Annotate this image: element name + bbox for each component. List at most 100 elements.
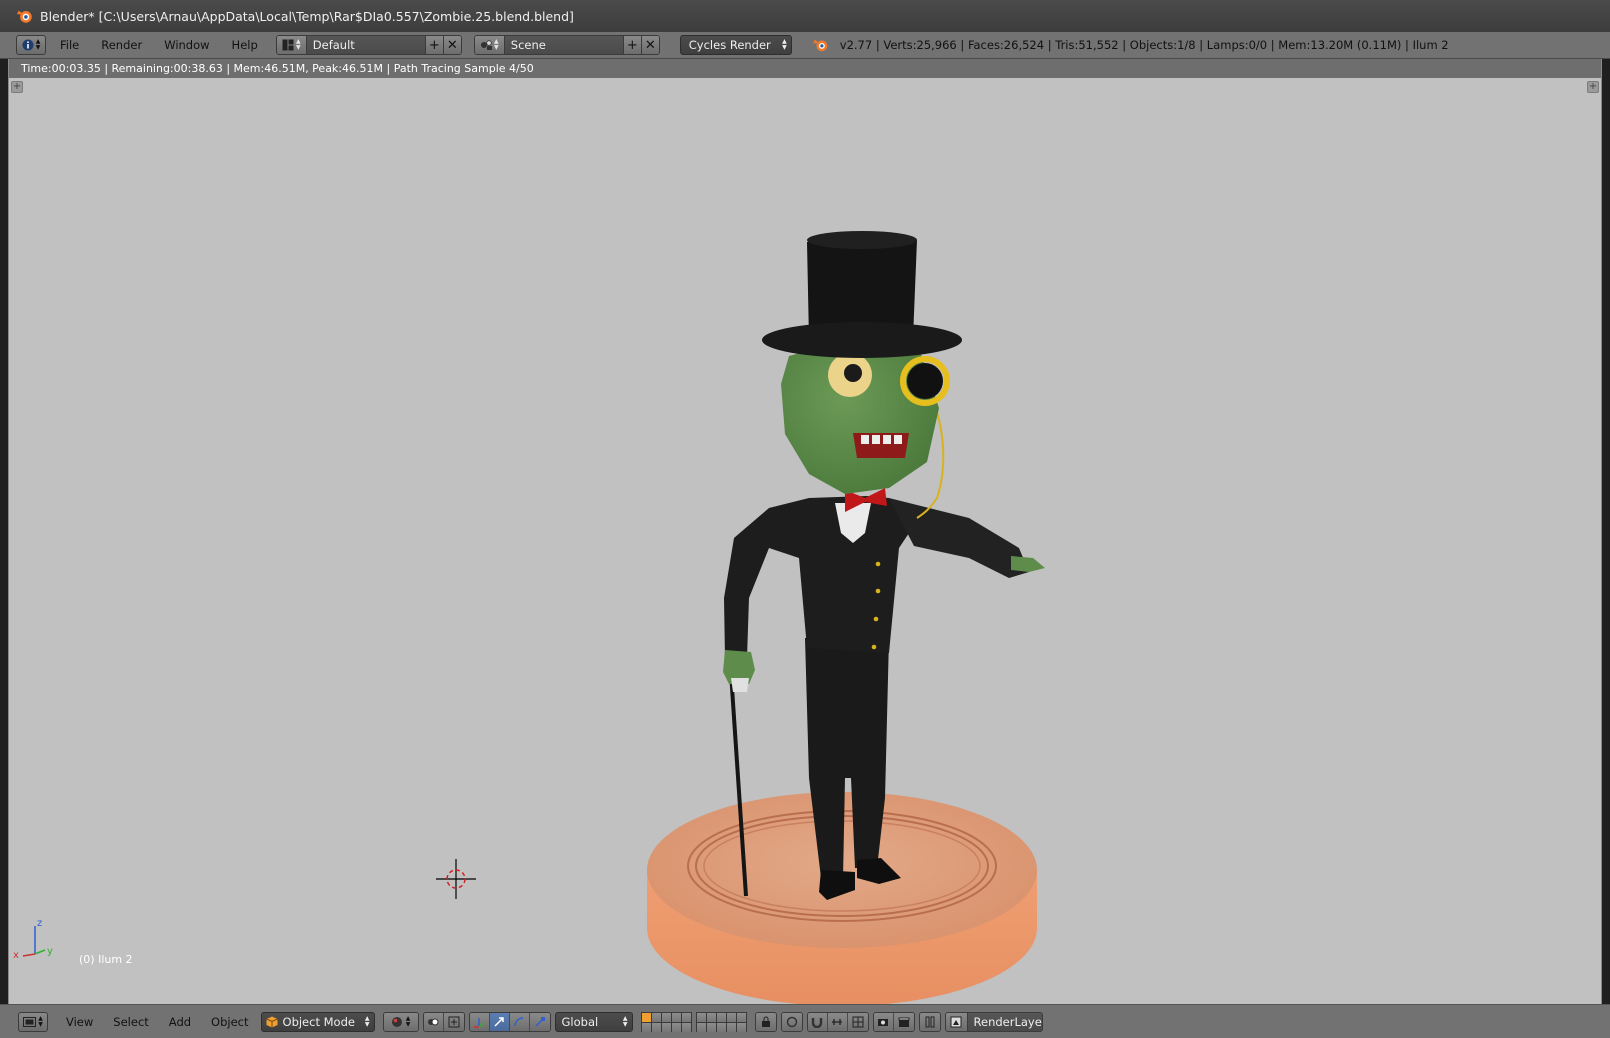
menu-render[interactable]: Render (93, 35, 150, 55)
editor-type-button-3dview[interactable]: ▲ ▼ (18, 1011, 48, 1032)
snapping-group (780, 1011, 803, 1032)
scene-name[interactable]: Scene (504, 36, 623, 54)
rotate-arc-icon (514, 1016, 524, 1026)
editor-type-button[interactable]: ▲ ▼ (16, 35, 46, 55)
menu-object[interactable]: Object (203, 1012, 256, 1032)
layer-toggle[interactable] (651, 1012, 661, 1022)
menu-file[interactable]: File (52, 35, 87, 55)
3d-viewport[interactable]: Time:00:03.35 | Remaining:00:38.63 | Mem… (8, 59, 1602, 1004)
menu-help[interactable]: Help (224, 35, 266, 55)
layer-toggle[interactable] (706, 1022, 716, 1032)
pivot-icon (428, 1018, 439, 1025)
opengl-render-button[interactable] (873, 1012, 894, 1031)
proportional-falloff-button[interactable] (781, 1012, 802, 1031)
top-hat (762, 231, 962, 358)
menu-view[interactable]: View (58, 1012, 101, 1032)
snap-target-button[interactable] (847, 1012, 868, 1031)
close-icon: ✕ (644, 37, 656, 53)
pause-render-button[interactable] (919, 1012, 940, 1031)
zombie-head (781, 334, 950, 494)
pause-icon (925, 1016, 935, 1027)
layer-toggle[interactable] (716, 1022, 726, 1032)
info-icon (22, 39, 34, 51)
title-bar: Blender* [C:\Users\Arnau\AppData\Local\T… (0, 0, 1610, 32)
layer-toggle[interactable] (736, 1022, 746, 1032)
layer-toggle[interactable] (726, 1012, 736, 1022)
menu-select[interactable]: Select (105, 1012, 156, 1032)
render-engine-select[interactable]: Cycles Render ▲ ▼ (679, 35, 792, 55)
opengl-animation-button[interactable] (893, 1012, 914, 1031)
layer-toggle[interactable] (696, 1022, 706, 1032)
updown-arrows-icon: ▲ ▼ (622, 1014, 628, 1028)
rendered-shading-icon (391, 1016, 402, 1027)
updown-arrows-icon: ▲ ▼ (782, 38, 787, 51)
layer-toggle[interactable] (681, 1022, 691, 1032)
snap-increment-icon (832, 1018, 843, 1025)
add-screen-button[interactable]: + (424, 36, 443, 54)
screen-layout-selector[interactable]: ▲ ▼ Default + ✕ (275, 35, 462, 55)
layer-toggle[interactable] (671, 1012, 681, 1022)
pause-group (918, 1011, 941, 1032)
delete-scene-button[interactable]: ✕ (640, 36, 659, 54)
snap-toggle-button[interactable] (807, 1012, 828, 1031)
circle-icon (786, 1016, 797, 1027)
lock-layers-button[interactable] (755, 1012, 776, 1031)
screen-layout-browse-button[interactable]: ▲ ▼ (276, 36, 307, 54)
delete-screen-button[interactable]: ✕ (442, 36, 461, 54)
window-title: Blender* [C:\Users\Arnau\AppData\Local\T… (40, 8, 574, 24)
menu-add[interactable]: Add (161, 1012, 199, 1032)
scene-browse-button[interactable]: ▲ ▼ (474, 36, 505, 54)
layer-toggle[interactable] (641, 1022, 651, 1032)
viewport-shading-button[interactable]: ▲ ▼ (383, 1012, 418, 1031)
tuxedo-jacket (724, 496, 1029, 658)
proportional-icon (448, 1016, 460, 1027)
scene-selector[interactable]: ▲ ▼ Scene + ✕ (473, 35, 660, 55)
translate-manipulator-button[interactable] (489, 1012, 510, 1031)
render-status-text: Time:00:03.35 | Remaining:00:38.63 | Mem… (9, 59, 1601, 78)
transform-orientation-select[interactable]: Global ▲ ▼ (554, 1011, 633, 1032)
layer-toggle[interactable] (716, 1012, 726, 1022)
3d-cursor-icon[interactable] (436, 859, 476, 899)
updown-arrows-icon: ▲ ▼ (405, 1014, 411, 1028)
scale-manipulator-button[interactable] (529, 1012, 550, 1031)
axis-y-label: y (47, 946, 53, 957)
layer-toggle[interactable] (681, 1012, 691, 1022)
layer-toggle[interactable] (706, 1012, 716, 1022)
layer-block-1 (640, 1011, 692, 1032)
render-engine-label: Cycles Render (688, 38, 771, 52)
layout-grid-icon (282, 39, 294, 51)
screen-layout-name[interactable]: Default (306, 36, 425, 54)
layer-toggle[interactable] (661, 1012, 671, 1022)
render-layer-browse-button[interactable] (945, 1012, 968, 1031)
axis-x-label: x (13, 950, 19, 960)
layer-toggle[interactable] (641, 1012, 651, 1022)
scene-layers (640, 1011, 751, 1032)
render-layer-name: RenderLayer (973, 1014, 1043, 1029)
axis-z-label: z (37, 918, 42, 929)
layer-toggle[interactable] (661, 1022, 671, 1032)
scene-icon (480, 40, 492, 50)
snap-element-button[interactable] (827, 1012, 848, 1031)
layer-toggle[interactable] (651, 1022, 661, 1032)
layer-toggle[interactable] (736, 1012, 746, 1022)
menu-window[interactable]: Window (156, 35, 217, 55)
manipulator-toggle-button[interactable] (469, 1012, 490, 1031)
magnet-icon (811, 1017, 823, 1028)
updown-arrows-icon: ▲ ▼ (493, 38, 499, 51)
manipulator-axes-icon (474, 1017, 485, 1028)
add-scene-button[interactable]: + (622, 36, 641, 54)
updown-arrows-icon: ▲ ▼ (35, 38, 41, 51)
pivot-point-button[interactable] (423, 1012, 444, 1031)
proportional-edit-button[interactable] (443, 1012, 464, 1031)
plus-icon: + (428, 37, 440, 53)
viewport-shading-select[interactable]: ▲ ▼ (382, 1011, 419, 1032)
layer-toggle[interactable] (696, 1012, 706, 1022)
render-layer-selector[interactable]: RenderLayer (944, 1011, 1043, 1032)
layer-toggle[interactable] (726, 1022, 736, 1032)
transform-orientation-label: Global (561, 1014, 599, 1029)
layer-toggle[interactable] (671, 1022, 681, 1032)
view3d-editor-icon (23, 1016, 37, 1027)
layer-lock-group (754, 1011, 777, 1032)
interaction-mode-select[interactable]: Object Mode ▲ ▼ (260, 1011, 375, 1032)
rotate-manipulator-button[interactable] (509, 1012, 530, 1031)
